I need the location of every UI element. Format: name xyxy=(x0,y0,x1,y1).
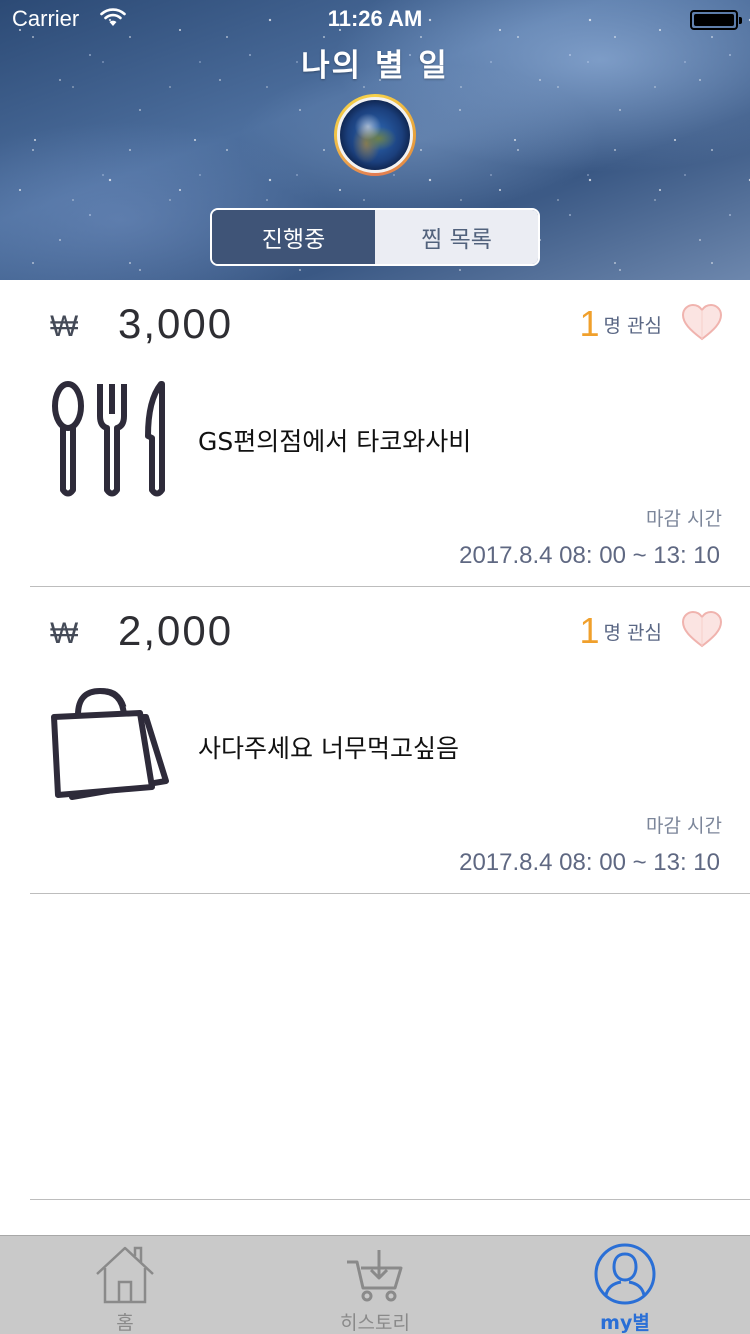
heart-icon[interactable] xyxy=(680,609,724,649)
item-price: 2,000 xyxy=(118,607,234,654)
battery-icon xyxy=(690,10,742,30)
list-item[interactable]: ₩ 3,000 1 명 관심 GS편의점에서 타코와사비 마감 시간 2017.… xyxy=(0,280,750,587)
won-currency-icon: ₩ xyxy=(50,310,79,343)
tab-home[interactable]: 홈 xyxy=(90,1236,160,1334)
avatar[interactable] xyxy=(334,94,416,176)
interest-count-label: 명 관심 xyxy=(603,315,662,337)
divider xyxy=(30,1199,750,1200)
interest-count: 1 명 관심 xyxy=(579,304,662,344)
interest-count: 1 명 관심 xyxy=(579,611,662,651)
tab-wishlist-label: 찜 목록 xyxy=(421,227,492,253)
divider xyxy=(30,893,750,894)
tab-in-progress[interactable]: 진행중 xyxy=(212,210,375,264)
tab-wishlist[interactable]: 찜 목록 xyxy=(375,210,538,264)
utensils-icon xyxy=(52,381,165,497)
profile-icon xyxy=(594,1243,656,1305)
interest-count-value: 1 xyxy=(579,610,600,651)
header: Carrier 11:26 AM 나의 별 일 진행중 찜 목록 xyxy=(0,0,750,280)
tab-home-label: 홈 xyxy=(116,1312,134,1334)
deadline-label: 마감 시간 xyxy=(646,815,722,837)
item-price: 3,000 xyxy=(118,300,234,347)
segmented-control: 진행중 찜 목록 xyxy=(210,208,540,266)
tab-in-progress-label: 진행중 xyxy=(261,227,326,253)
status-bar: Carrier 11:26 AM xyxy=(0,0,750,40)
deadline-label: 마감 시간 xyxy=(646,508,722,530)
page-title: 나의 별 일 xyxy=(301,48,449,84)
home-icon xyxy=(96,1246,154,1304)
shopping-bag-icon xyxy=(51,687,169,800)
tab-my-star[interactable]: my별 xyxy=(590,1236,660,1334)
item-title: GS편의점에서 타코와사비 xyxy=(198,427,472,456)
tab-bar: 홈 히스토리 my별 xyxy=(0,1235,750,1334)
item-list: ₩ 3,000 1 명 관심 GS편의점에서 타코와사비 마감 시간 2017.… xyxy=(0,280,750,894)
item-title: 사다주세요 너무먹고싶음 xyxy=(198,734,459,763)
earth-avatar-icon xyxy=(337,97,413,173)
cart-icon xyxy=(347,1250,403,1302)
won-currency-icon: ₩ xyxy=(50,617,79,650)
deadline-time: 2017.8.4 08: 00 ~ 13: 10 xyxy=(459,542,720,569)
list-item[interactable]: ₩ 2,000 1 명 관심 사다주세요 너무먹고싶음 마감 시간 2017.8… xyxy=(0,587,750,894)
status-time: 11:26 AM xyxy=(327,6,423,31)
interest-count-value: 1 xyxy=(579,303,600,344)
heart-icon[interactable] xyxy=(680,302,724,342)
tab-history[interactable]: 히스토리 xyxy=(330,1236,420,1334)
tab-my-star-label: my별 xyxy=(600,1312,650,1334)
tab-history-label: 히스토리 xyxy=(340,1312,410,1334)
deadline-time: 2017.8.4 08: 00 ~ 13: 10 xyxy=(459,849,720,876)
interest-count-label: 명 관심 xyxy=(603,622,662,644)
